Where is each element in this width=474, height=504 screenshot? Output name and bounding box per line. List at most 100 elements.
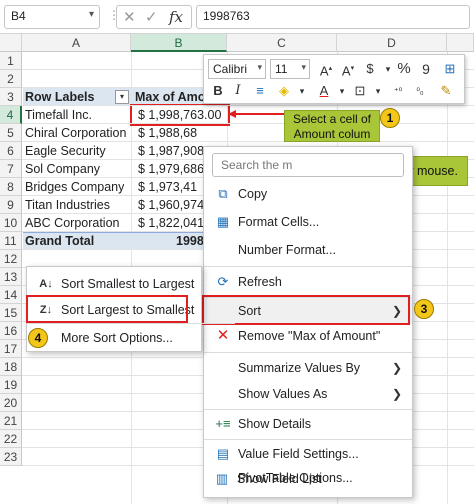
row-header[interactable]: 10 <box>0 214 22 232</box>
menu-item-format-cells[interactable]: ▦ Format Cells... <box>204 209 412 235</box>
row-header[interactable]: 6 <box>0 142 22 160</box>
row-header[interactable]: 11 <box>0 232 22 250</box>
column-header-e[interactable] <box>447 34 474 52</box>
row-header[interactable]: 3 <box>0 88 22 106</box>
insert-function-icon[interactable]: fx <box>169 8 183 26</box>
row-header[interactable]: 8 <box>0 178 22 196</box>
row-header[interactable]: 20 <box>0 394 22 412</box>
pivot-row-label: ABC Corporation <box>25 216 120 230</box>
pivot-row-label: Timefall Inc. <box>25 108 92 122</box>
pivot-row-label: Titan Industries <box>25 198 110 212</box>
font-color-icon[interactable]: A <box>314 81 334 101</box>
refresh-icon: ⟳ <box>217 274 229 289</box>
chevron-down-icon[interactable]: ▾ <box>89 9 94 20</box>
decrease-decimal-icon[interactable]: ⁰₀ <box>410 81 430 101</box>
font-name: Calibri <box>213 62 248 76</box>
menu-item-summarize[interactable]: Summarize Values By ❯ <box>204 355 412 381</box>
arrow-icon <box>228 110 286 118</box>
chevron-down-icon[interactable]: ▾ <box>368 81 388 101</box>
row-header[interactable]: 16 <box>0 322 22 340</box>
step-1-badge: 1 <box>380 108 400 128</box>
row-header[interactable]: 19 <box>0 376 22 394</box>
menu-item-show-details[interactable]: +≡ Show Details <box>204 411 412 437</box>
bold-icon[interactable]: B <box>208 81 228 101</box>
wrap-text-icon[interactable]: ⊞ <box>440 59 460 79</box>
menu-item-label: Show Details <box>238 417 311 431</box>
menu-item-label: Format Cells... <box>238 215 320 229</box>
row-header[interactable]: 22 <box>0 430 22 448</box>
row-header[interactable]: 4 <box>0 106 22 124</box>
comma-style-icon[interactable]: 9 <box>416 59 436 79</box>
borders-icon[interactable]: ⊡ <box>350 81 370 101</box>
menu-item-label: More Sort Options... <box>61 331 173 345</box>
chevron-down-icon[interactable]: ▾ <box>292 81 312 101</box>
row-header[interactable]: 9 <box>0 196 22 214</box>
row-header[interactable]: 21 <box>0 412 22 430</box>
italic-icon[interactable]: I <box>228 81 248 101</box>
chevron-right-icon: ❯ <box>391 361 402 375</box>
pivot-row-label: Eagle Security <box>25 144 106 158</box>
column-header-c[interactable]: C <box>227 34 337 52</box>
name-box[interactable]: B4 ▾ <box>4 5 100 29</box>
menu-item-number-format[interactable]: Number Format... <box>204 237 412 263</box>
formula-input[interactable]: 1998763 <box>196 5 470 29</box>
menu-item-copy[interactable]: ⧉ Copy <box>204 181 412 207</box>
font-size-select[interactable]: 11 ▾ <box>270 59 310 79</box>
menu-item-show-field-list[interactable]: ▥ Show Field List <box>203 466 411 492</box>
chevron-down-icon: ▾ <box>257 62 262 72</box>
row-header[interactable]: 12 <box>0 250 22 268</box>
pivot-value-cell[interactable]: $ 1,973,41 <box>138 178 206 196</box>
column-header-d[interactable]: D <box>337 34 447 52</box>
pivot-value-cell[interactable]: $ 1,988,68 <box>138 124 206 142</box>
grand-total-value: 1998 <box>176 234 204 248</box>
menu-item-remove[interactable]: ✕ Remove "Max of Amount" <box>204 323 412 349</box>
sort-ascending-icon: A↓ <box>39 278 53 290</box>
format-painter-icon[interactable]: ✎ <box>436 81 456 101</box>
row-header[interactable]: 5 <box>0 124 22 142</box>
row-header[interactable]: 15 <box>0 304 22 322</box>
chevron-down-icon[interactable]: ▾ <box>332 81 352 101</box>
menu-item-show-values[interactable]: Show Values As ❯ <box>204 381 412 407</box>
align-center-icon[interactable]: ≡ <box>250 81 270 101</box>
pivot-value-cell[interactable]: $ 1,979,686 <box>138 160 206 178</box>
percent-icon[interactable]: % <box>394 59 414 79</box>
settings-icon: ▤ <box>216 446 230 461</box>
pivot-value-cell[interactable]: $ 1,822,041 <box>138 214 206 232</box>
sort-largest-highlight <box>26 295 188 323</box>
pivot-value-cell[interactable]: $ 1,960,974 <box>138 196 206 214</box>
menu-item-refresh[interactable]: ⟳ Refresh <box>204 269 412 295</box>
row-header[interactable]: 17 <box>0 340 22 358</box>
enter-icon[interactable]: ✓ <box>145 8 158 26</box>
menu-search-input[interactable]: Search the m <box>212 153 404 177</box>
pivot-value-cell[interactable]: $ 1,987,908 <box>138 142 206 160</box>
field-list-icon: ▥ <box>215 471 229 486</box>
menu-item-label: Remove "Max of Amount" <box>238 329 381 343</box>
row-header[interactable]: 13 <box>0 268 22 286</box>
column-header-b[interactable]: B <box>131 34 227 52</box>
pivot-row-label: Chiral Corporation <box>25 126 127 140</box>
decrease-font-icon[interactable]: A▾ <box>338 59 358 79</box>
select-all-corner[interactable] <box>0 34 22 52</box>
step-3-badge: 3 <box>414 299 434 319</box>
row-header[interactable]: 1 <box>0 52 22 70</box>
sort-item-highlight <box>202 295 410 325</box>
currency-icon[interactable]: $ <box>360 59 380 79</box>
font-select[interactable]: Calibri ▾ <box>208 59 266 79</box>
cancel-icon[interactable]: ✕ <box>123 8 136 26</box>
row-header[interactable]: 7 <box>0 160 22 178</box>
column-header-a[interactable]: A <box>22 34 131 52</box>
increase-font-icon[interactable]: A▴ <box>316 59 336 79</box>
filter-dropdown-icon[interactable]: ▾ <box>115 90 129 104</box>
pivot-row-label: Sol Company <box>25 162 101 176</box>
row-header[interactable]: 14 <box>0 286 22 304</box>
row-header[interactable]: 18 <box>0 358 22 376</box>
sort-smallest-to-largest[interactable]: A↓ Sort Smallest to Largest <box>27 271 201 297</box>
more-sort-options[interactable]: More Sort Options... <box>27 325 201 351</box>
row-header[interactable]: 2 <box>0 70 22 88</box>
row-header[interactable]: 23 <box>0 448 22 466</box>
menu-item-value-field-settings[interactable]: ▤ Value Field Settings... <box>204 441 412 467</box>
format-cells-icon: ▦ <box>216 214 230 229</box>
menu-item-label: Refresh <box>238 275 282 289</box>
increase-decimal-icon[interactable]: ⁺⁰ <box>388 81 408 101</box>
fill-color-icon[interactable]: ◈ <box>274 81 294 101</box>
